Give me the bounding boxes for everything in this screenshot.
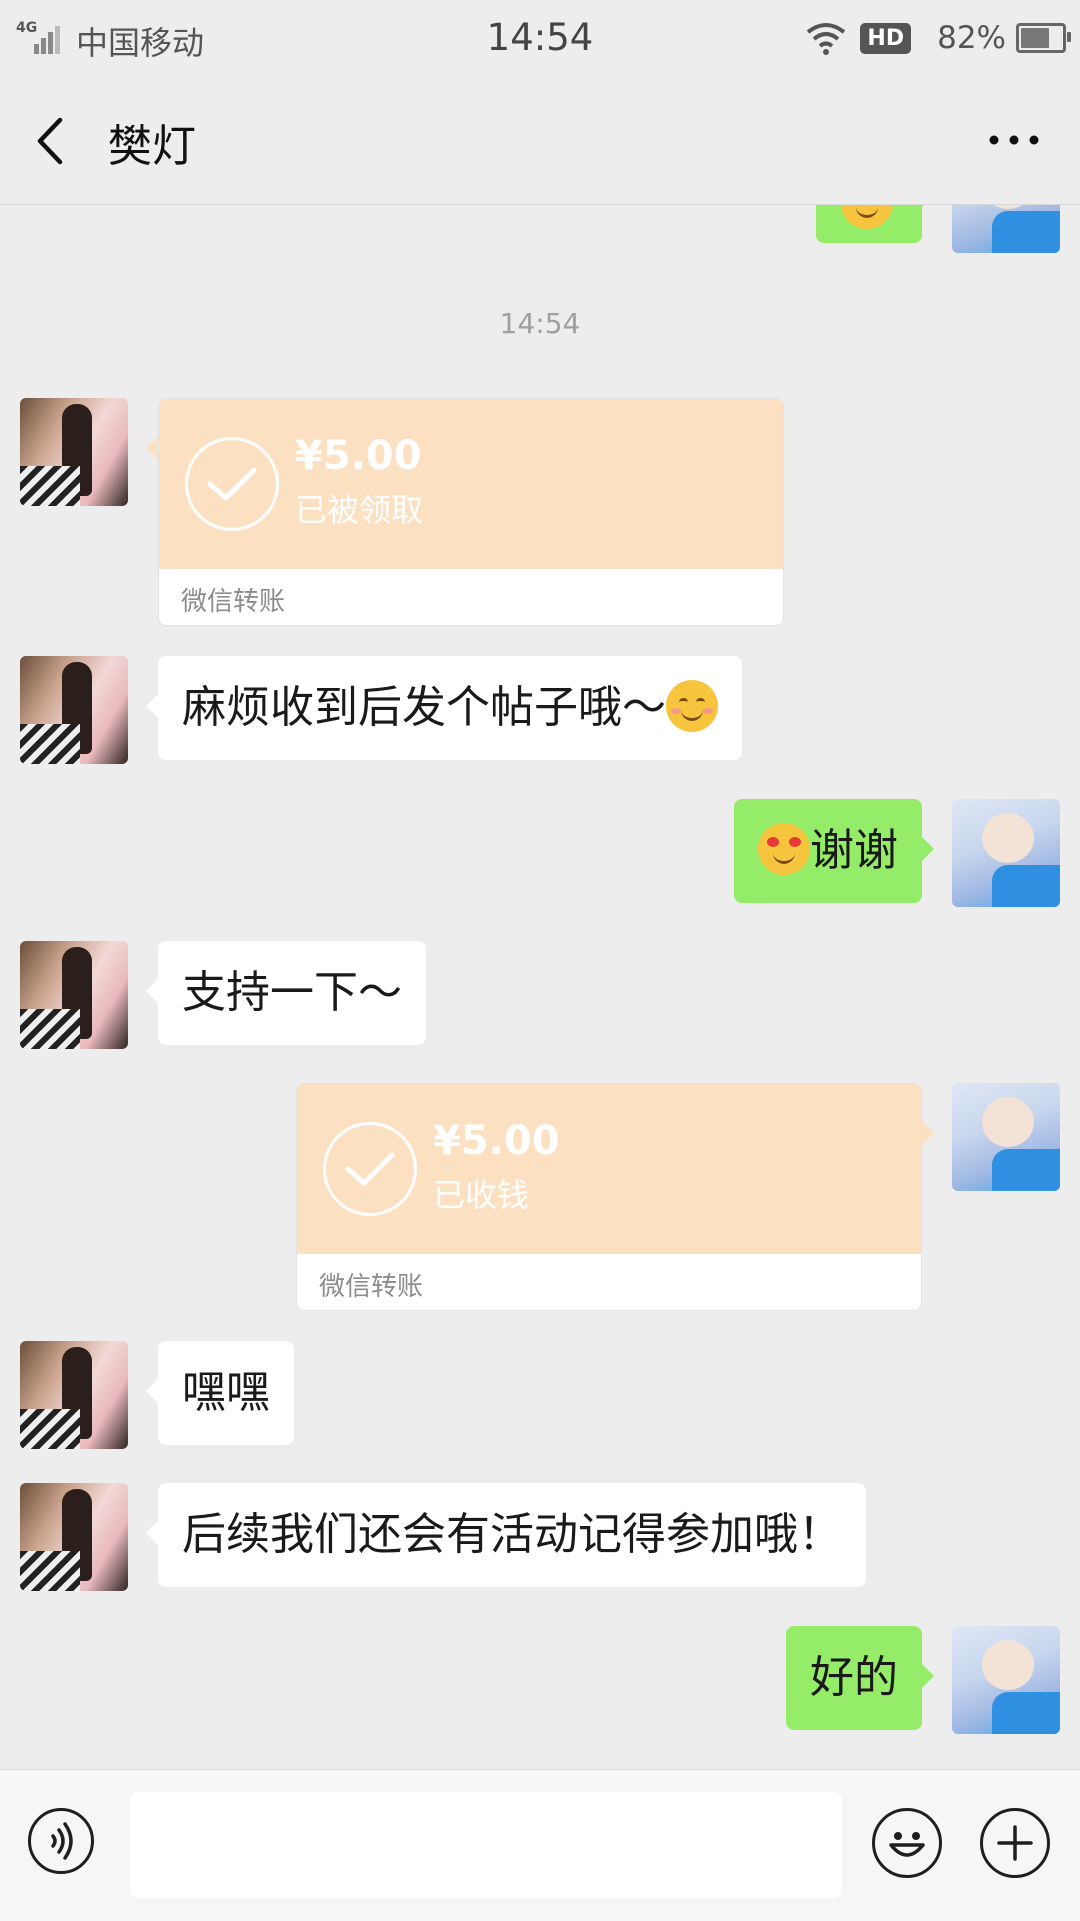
transfer-card-received[interactable]: ¥5.00 已被领取 微信转账 xyxy=(158,398,784,626)
message-text: 支持一下～ xyxy=(182,967,402,1018)
peer-avatar[interactable] xyxy=(20,1483,128,1591)
hd-badge: HD xyxy=(860,22,912,54)
transfer-amount: ¥5.00 xyxy=(295,433,422,479)
transfer-status: 已被领取 xyxy=(295,491,424,529)
peer-avatar[interactable] xyxy=(20,398,128,506)
peer-avatar[interactable] xyxy=(20,656,128,764)
message-text: 谢谢 xyxy=(810,825,898,876)
battery-percent: 82% xyxy=(937,20,1006,56)
voice-icon[interactable] xyxy=(28,1808,94,1874)
message-input[interactable] xyxy=(130,1792,842,1898)
transfer-amount: ¥5.00 xyxy=(433,1118,560,1164)
message-text: 嘿嘿 xyxy=(182,1367,270,1418)
peer-avatar[interactable] xyxy=(20,941,128,1049)
heart-eyes-emoji-icon xyxy=(758,823,810,875)
input-bar xyxy=(0,1769,1080,1921)
message-text: 麻烦收到后发个帖子哦～ xyxy=(182,682,666,733)
message-bubble[interactable]: 后续我们还会有活动记得参加哦！ xyxy=(146,1483,866,1587)
peer-avatar[interactable] xyxy=(20,1341,128,1449)
my-avatar[interactable] xyxy=(952,1083,1060,1191)
check-circle-icon xyxy=(185,437,279,531)
battery-icon xyxy=(1016,23,1071,53)
more-dots-icon[interactable] xyxy=(988,128,1040,152)
message-text: 后续我们还会有活动记得参加哦！ xyxy=(182,1509,842,1560)
my-avatar[interactable] xyxy=(952,799,1060,907)
message-text: 好的 xyxy=(810,1652,898,1703)
chevron-left-icon[interactable] xyxy=(30,114,74,168)
chat-header: 樊灯 xyxy=(0,78,1080,205)
message-bubble-partial[interactable] xyxy=(816,205,934,243)
my-avatar[interactable] xyxy=(952,205,1060,253)
message-bubble[interactable]: 麻烦收到后发个帖子哦～ xyxy=(146,656,742,760)
check-circle-icon xyxy=(323,1122,417,1216)
wifi-icon xyxy=(807,23,846,55)
transfer-status: 已收钱 xyxy=(433,1176,530,1214)
plus-icon[interactable] xyxy=(980,1808,1050,1878)
chat-area[interactable]: 14:54 ¥5.00 已被领取 微信转账 麻烦收到后发个帖子哦～ 谢谢 支持一… xyxy=(0,205,1080,1769)
emoji-icon[interactable] xyxy=(872,1808,942,1878)
smile-emoji-icon xyxy=(841,205,893,229)
transfer-label: 微信转账 xyxy=(181,587,286,617)
my-avatar[interactable] xyxy=(952,1626,1060,1734)
message-timestamp: 14:54 xyxy=(499,307,581,340)
chat-title: 樊灯 xyxy=(108,121,196,172)
message-bubble[interactable]: 嘿嘿 xyxy=(146,1341,294,1445)
smile-emoji-icon xyxy=(666,680,718,732)
message-bubble[interactable]: 好的 xyxy=(786,1626,934,1730)
transfer-label: 微信转账 xyxy=(319,1272,424,1302)
message-bubble[interactable]: 谢谢 xyxy=(734,799,934,903)
message-bubble[interactable]: 支持一下～ xyxy=(146,941,426,1045)
transfer-card-sent[interactable]: ¥5.00 已收钱 微信转账 xyxy=(296,1083,922,1311)
status-bar: 4G 中国移动 14:54 HD 82% xyxy=(0,0,1080,78)
